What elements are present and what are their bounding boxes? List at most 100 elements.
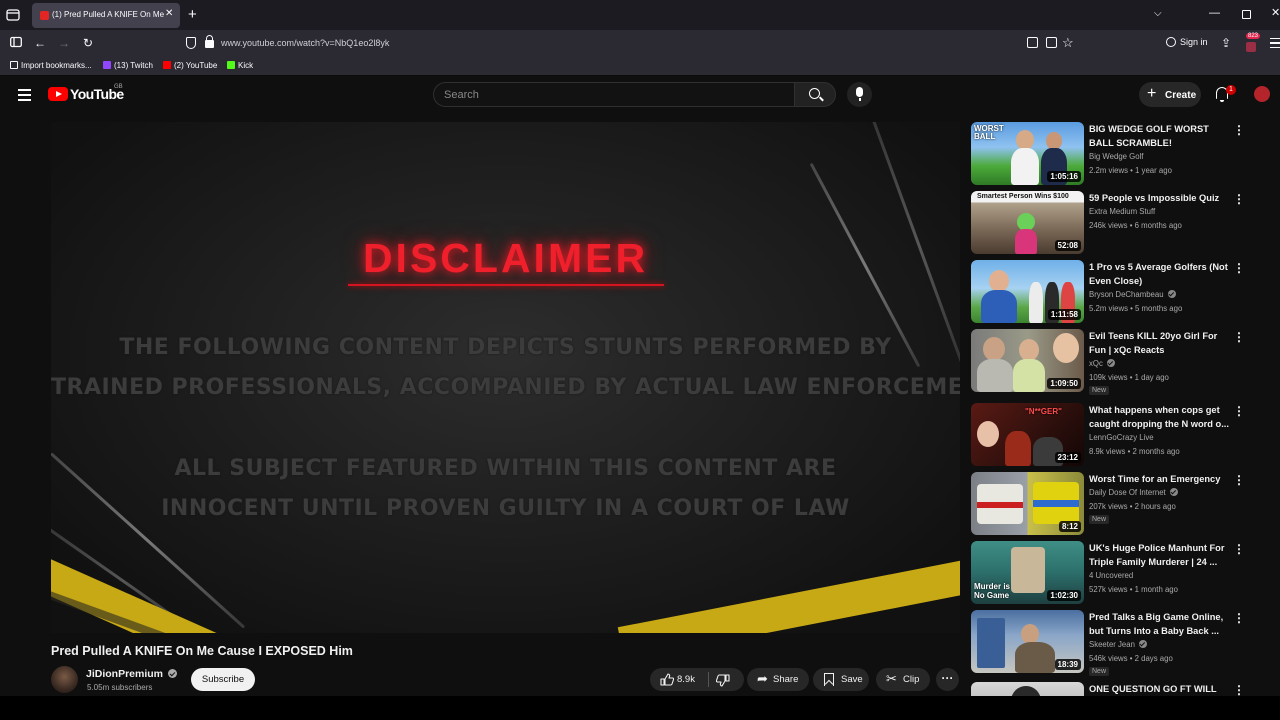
- video-thumbnail[interactable]: "N**GER" 23:12: [971, 403, 1084, 466]
- channel-name-row[interactable]: Skeeter Jean: [1089, 640, 1147, 649]
- reload-icon[interactable]: ↻: [83, 36, 93, 50]
- channel-name[interactable]: LennGoCrazy Live: [1089, 433, 1154, 442]
- channel-name-row[interactable]: xQc: [1089, 359, 1115, 368]
- video-title[interactable]: 59 People vs Impossible Quiz: [1089, 192, 1229, 206]
- video-thumbnail[interactable]: Murder is No Game 1:02:30: [971, 541, 1084, 604]
- window-maximize-icon[interactable]: [1242, 10, 1251, 19]
- bookmark-import[interactable]: Import bookmarks...: [10, 61, 92, 70]
- video-title[interactable]: Worst Time for an Emergency: [1089, 473, 1229, 487]
- new-tab-icon[interactable]: +: [188, 6, 197, 23]
- lock-icon[interactable]: [205, 35, 214, 48]
- channel-name[interactable]: xQc: [1089, 359, 1103, 368]
- picture-in-picture-icon[interactable]: [1027, 37, 1038, 48]
- recommendation-item[interactable]: "N**GER" 23:12 What happens when cops ge…: [971, 403, 1251, 469]
- thumbnail-person: [981, 290, 1017, 323]
- save-button[interactable]: Save: [813, 668, 869, 691]
- video-title[interactable]: Pred Talks a Big Game Online, but Turns …: [1089, 611, 1229, 638]
- action-menu-icon[interactable]: ⋮: [1233, 405, 1245, 417]
- user-avatar[interactable]: [1254, 86, 1270, 102]
- share-button[interactable]: ➦ Share: [747, 668, 809, 691]
- app-menu-icon[interactable]: [1270, 38, 1280, 51]
- list-all-tabs-chevron-icon[interactable]: ⌵: [1154, 8, 1162, 19]
- back-arrow-icon[interactable]: ←: [34, 36, 46, 50]
- channel-name[interactable]: 4 Uncovered: [1089, 571, 1133, 580]
- recommendation-item[interactable]: 18:39 Pred Talks a Big Game Online, but …: [971, 610, 1251, 676]
- action-menu-icon[interactable]: ⋮: [1233, 543, 1245, 555]
- more-actions-button[interactable]: ···: [936, 668, 959, 691]
- video-title[interactable]: 1 Pro vs 5 Average Golfers (Not Even Clo…: [1089, 261, 1229, 288]
- video-thumbnail[interactable]: 8:12: [971, 472, 1084, 535]
- extension-icon[interactable]: [1246, 42, 1256, 52]
- recommendation-item[interactable]: Smartest Person Wins $100 52:08 59 Peopl…: [971, 191, 1251, 257]
- guide-menu-icon[interactable]: [18, 89, 31, 104]
- bookmark-kick[interactable]: Kick: [227, 61, 253, 70]
- channel-name[interactable]: Daily Dose Of Internet: [1089, 488, 1166, 497]
- search-box[interactable]: [433, 82, 794, 107]
- action-menu-icon[interactable]: ⋮: [1233, 684, 1245, 696]
- extensions-icon[interactable]: ⇪: [1221, 36, 1231, 50]
- channel-name-row[interactable]: JiDionPremium: [86, 668, 178, 680]
- video-thumbnail[interactable]: Smartest Person Wins $100 52:08: [971, 191, 1084, 254]
- channel-avatar[interactable]: [51, 666, 78, 693]
- browser-tab-active[interactable]: (1) Pred Pulled A KNIFE On Me ✕: [32, 3, 180, 28]
- bookmark-youtube[interactable]: (2) YouTube: [163, 61, 217, 70]
- voice-search-button[interactable]: [847, 82, 872, 107]
- channel-name[interactable]: Big Wedge Golf: [1089, 152, 1143, 161]
- channel-name[interactable]: Skeeter Jean: [1089, 640, 1135, 649]
- video-title[interactable]: BIG WEDGE GOLF WORST BALL SCRAMBLE!: [1089, 123, 1229, 150]
- video-thumbnail[interactable]: WORST BALL 1:05:16: [971, 122, 1084, 185]
- window-minimize-icon[interactable]: —: [1209, 7, 1220, 19]
- channel-name[interactable]: JiDionPremium: [86, 668, 163, 680]
- reader-view-icon[interactable]: [1046, 37, 1057, 48]
- create-button[interactable]: + Create: [1139, 82, 1201, 107]
- address-bar[interactable]: www.youtube.com/watch?v=NbQ1eo2l8yk ☆: [178, 32, 1082, 55]
- video-thumbnail[interactable]: 1:09:50: [971, 329, 1084, 392]
- recommendation-item[interactable]: ONE QUESTION GO FT WILL ⋮: [971, 682, 1251, 696]
- action-menu-icon[interactable]: ⋮: [1233, 612, 1245, 624]
- action-menu-icon[interactable]: ⋮: [1233, 124, 1245, 136]
- channel-name[interactable]: Extra Medium Stuff: [1089, 207, 1155, 216]
- tab-close-icon[interactable]: ✕: [165, 8, 173, 19]
- video-player[interactable]: DISCLAIMER THE FOLLOWING CONTENT DEPICTS…: [51, 122, 960, 633]
- bookmark-label: (13) Twitch: [114, 61, 153, 70]
- forward-arrow-icon[interactable]: →: [58, 36, 70, 50]
- recommendation-item[interactable]: WORST BALL 1:05:16 BIG WEDGE GOLF WORST …: [971, 122, 1251, 188]
- like-button[interactable]: [660, 673, 675, 689]
- video-title[interactable]: ONE QUESTION GO FT WILL: [1089, 683, 1229, 696]
- disclaimer-line-5: INNOCENT UNTIL PROVEN GUILTY IN A COURT …: [161, 496, 850, 521]
- video-title[interactable]: UK's Huge Police Manhunt For Triple Fami…: [1089, 542, 1229, 569]
- bookmark-label: Kick: [238, 61, 254, 70]
- tracking-protection-shield-icon[interactable]: [186, 37, 196, 49]
- action-menu-icon[interactable]: ⋮: [1233, 331, 1245, 343]
- sidebar-toggle-icon[interactable]: [10, 36, 22, 51]
- tab-list-icon[interactable]: [6, 8, 20, 22]
- video-title[interactable]: Evil Teens KILL 20yo Girl For Fun | xQc …: [1089, 330, 1229, 357]
- video-thumbnail[interactable]: [971, 682, 1084, 696]
- recommendation-item[interactable]: Murder is No Game 1:02:30 UK's Huge Poli…: [971, 541, 1251, 607]
- video-title[interactable]: What happens when cops get caught droppi…: [1089, 404, 1229, 431]
- clip-button[interactable]: ✂ Clip: [876, 668, 930, 691]
- video-duration: 1:05:16: [1047, 171, 1081, 182]
- sign-in-button[interactable]: Sign in: [1166, 37, 1208, 47]
- video-thumbnail[interactable]: 1:11:58: [971, 260, 1084, 323]
- search-button[interactable]: [794, 82, 836, 107]
- subscribe-button[interactable]: Subscribe: [191, 668, 255, 691]
- recommendation-item[interactable]: 8:12 Worst Time for an Emergency Daily D…: [971, 472, 1251, 538]
- channel-name[interactable]: Bryson DeChambeau: [1089, 290, 1164, 299]
- channel-name-row[interactable]: Daily Dose Of Internet: [1089, 488, 1178, 497]
- url-text[interactable]: www.youtube.com/watch?v=NbQ1eo2l8yk: [221, 38, 389, 48]
- window-close-icon[interactable]: ✕: [1271, 6, 1280, 19]
- action-menu-icon[interactable]: ⋮: [1233, 193, 1245, 205]
- recommendation-item[interactable]: 1:11:58 1 Pro vs 5 Average Golfers (Not …: [971, 260, 1251, 326]
- action-menu-icon[interactable]: ⋮: [1233, 262, 1245, 274]
- dislike-button[interactable]: [715, 674, 730, 690]
- bookmark-star-icon[interactable]: ☆: [1062, 35, 1074, 51]
- channel-name-row[interactable]: Bryson DeChambeau: [1089, 290, 1176, 299]
- bookmark-twitch[interactable]: (13) Twitch: [103, 61, 153, 70]
- thumbnail-shelf: [977, 618, 1005, 668]
- youtube-logo-icon[interactable]: [48, 87, 68, 101]
- recommendation-item[interactable]: 1:09:50 Evil Teens KILL 20yo Girl For Fu…: [971, 329, 1251, 395]
- action-menu-icon[interactable]: ⋮: [1233, 474, 1245, 486]
- search-input[interactable]: [444, 87, 764, 103]
- video-thumbnail[interactable]: 18:39: [971, 610, 1084, 673]
